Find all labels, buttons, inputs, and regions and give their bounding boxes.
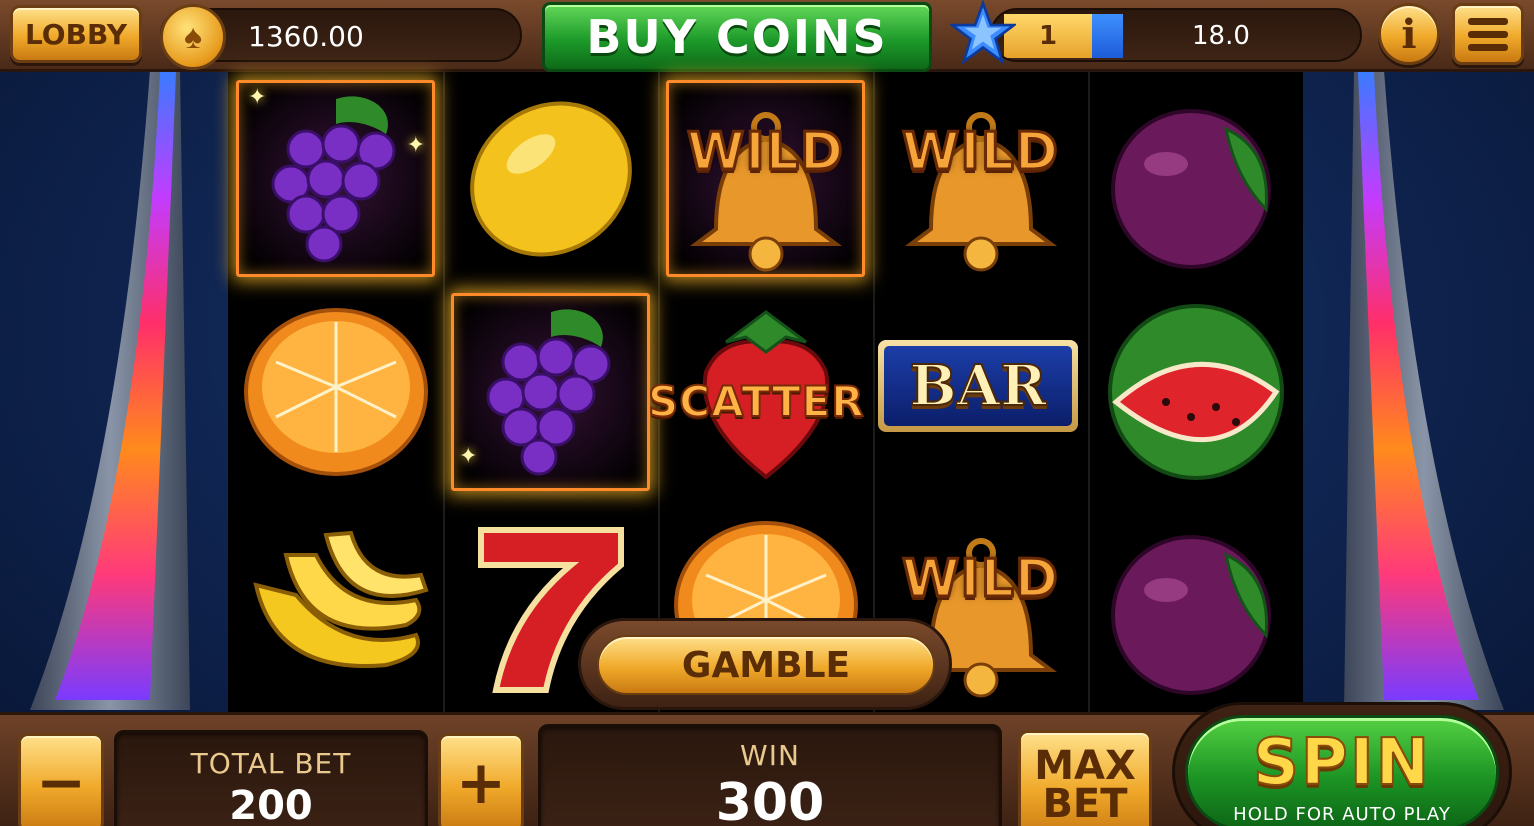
orange-icon [243,307,428,476]
menu-icon-bar [1468,30,1508,38]
wild-label: WILD [685,121,844,184]
max-bet-button[interactable]: MAX BET [1018,730,1152,826]
reel-cell-lemon [443,72,658,285]
menu-icon-bar [1468,17,1508,25]
slot-game-screen: ✦ ✦ WILD WILD ✦ SCATTER BAR WILD LOBBY ♠… [0,0,1534,826]
xp-progress-bar [1092,14,1123,58]
spin-label: SPIN [1252,725,1432,801]
coin-balance: 1360.00 [248,20,364,53]
plum-icon [1110,108,1271,269]
reel-cell-watermelon [1088,285,1303,498]
total-bet-label: TOTAL BET [190,747,352,780]
bar-symbol: BAR [878,340,1078,433]
reel-cell-scatter-strawberry: SCATTER [647,285,873,498]
win-label: WIN [740,739,800,772]
reel-cell-plum [1088,499,1303,712]
left-light-pillar [0,60,210,720]
grapes-icon [486,309,610,476]
banana-icon [252,531,429,669]
right-light-pillar [1324,60,1534,720]
max-bet-label-line2: BET [1042,781,1128,826]
reel-divider [873,72,875,712]
increase-bet-button[interactable]: + [438,733,524,826]
gamble-button-frame: GAMBLE [578,618,952,710]
reel-divider [443,72,445,712]
spin-button[interactable]: SPIN HOLD FOR AUTO PLAY [1185,715,1499,826]
decrease-bet-button[interactable]: − [18,733,104,826]
reel-cell-grapes: ✦ [443,285,658,499]
total-bet-value: 200 [229,783,313,826]
sparkle-icon: ✦ [406,132,425,157]
bar-label: BAR [884,346,1072,427]
level-number: 1 [1004,14,1092,58]
wild-label: WILD [900,547,1059,610]
level-panel: 1 18.0 [990,8,1362,62]
total-bet-panel: TOTAL BET 200 [114,730,428,826]
xp-value: 18.0 [1192,21,1250,51]
reel-cell-wild-bell: WILD [873,72,1088,285]
wild-label: WILD [900,121,1059,184]
lobby-button[interactable]: LOBBY [10,5,142,63]
reel-cell-plum [1088,72,1303,285]
reel-cell-wild-bell: WILD [658,72,873,286]
plum-icon [1110,535,1271,696]
coin-balance-panel: ♠ 1360.00 [160,4,522,70]
coin-icon: ♠ [160,4,226,70]
watermelon-icon [1107,303,1284,480]
sparkle-icon: ✦ [459,442,478,468]
menu-icon-bar [1468,43,1508,51]
sparkle-icon: ✦ [248,84,267,109]
win-panel: WIN 300 [538,724,1002,826]
max-bet-label-line1: MAX [1034,743,1136,789]
win-value: 300 [715,773,825,826]
spin-button-frame: SPIN HOLD FOR AUTO PLAY [1172,702,1512,826]
auto-play-hint: HOLD FOR AUTO PLAY [1233,804,1451,825]
info-button[interactable]: i [1378,3,1440,65]
scatter-label: SCATTER [647,376,865,427]
menu-button[interactable] [1452,3,1524,65]
reel-divider [1088,72,1090,712]
reel-cell-banana [228,499,443,712]
star-icon [950,0,1016,65]
gamble-button[interactable]: GAMBLE [597,635,935,695]
reel-grid: ✦ ✦ WILD WILD ✦ SCATTER BAR WILD [228,72,1303,712]
lemon-icon [469,101,632,257]
reel-cell-orange [228,285,443,498]
reel-cell-bar: BAR [873,285,1088,498]
buy-coins-button[interactable]: BUY COINS [542,2,932,72]
reel-cell-grapes: ✦ ✦ [228,72,443,286]
